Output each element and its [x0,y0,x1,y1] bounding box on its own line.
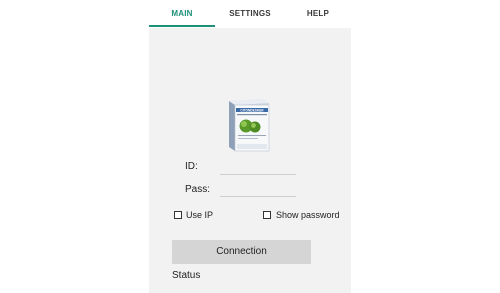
status-label: Status [172,270,201,281]
pass-field[interactable] [220,182,296,197]
app-panel: MAIN SETTINGS HELP CITONDESKER ID: Pass:… [149,0,351,293]
id-field[interactable] [220,160,296,175]
active-tab-indicator [149,25,215,27]
tab-main[interactable]: MAIN [149,0,215,28]
logo-text: CITONDESKER [240,108,264,112]
id-label: ID: [185,161,198,172]
use-ip-checkbox[interactable] [174,211,182,219]
tab-settings[interactable]: SETTINGS [215,0,285,28]
product-box-icon: CITONDESKER [229,99,270,152]
show-password-checkbox[interactable] [263,211,271,219]
show-password-label[interactable]: Show password [276,210,340,220]
use-ip-label[interactable]: Use IP [186,210,213,220]
connection-button[interactable]: Connection [172,240,311,264]
pass-label: Pass: [185,184,211,195]
tab-bar: MAIN SETTINGS HELP [149,0,351,28]
tab-help[interactable]: HELP [285,0,351,28]
